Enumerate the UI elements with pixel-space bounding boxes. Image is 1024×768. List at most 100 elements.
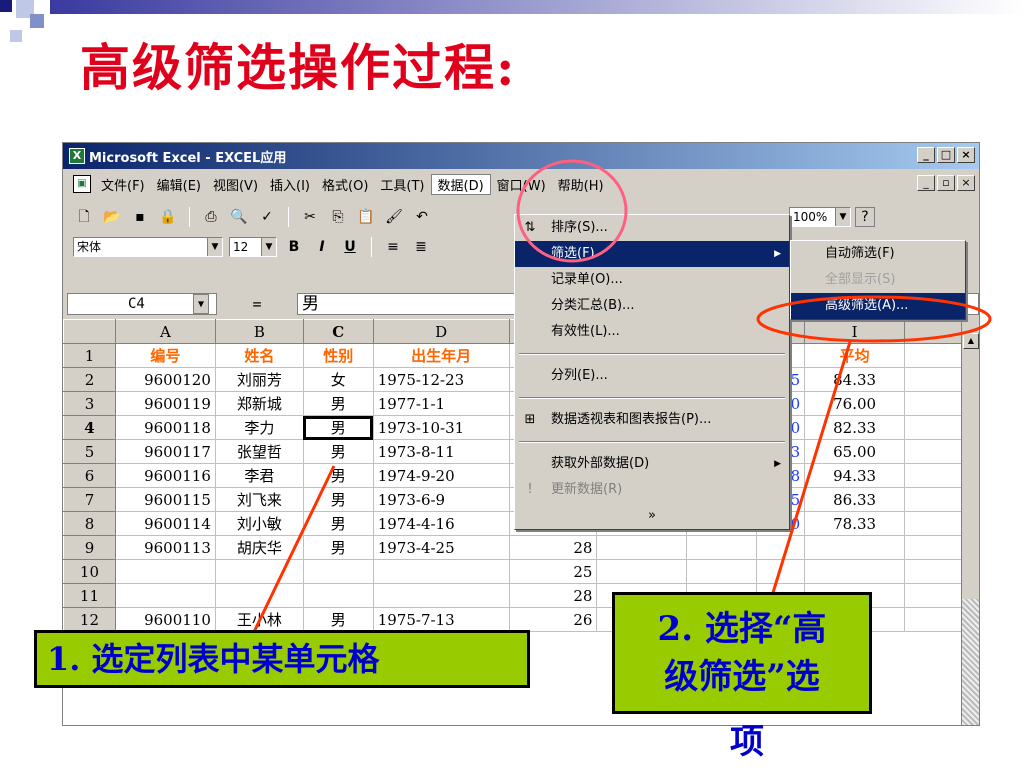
column-header[interactable]	[904, 319, 963, 344]
underline-button[interactable]: U	[339, 236, 361, 258]
cell[interactable]: 25	[508, 559, 598, 584]
menu-file[interactable]: 文件(F)	[95, 175, 151, 194]
cell[interactable]	[904, 391, 963, 416]
row-header[interactable]: 10	[63, 559, 116, 584]
cell[interactable]: 94.33	[804, 463, 906, 488]
row-header[interactable]: 8	[63, 511, 116, 536]
cut-icon[interactable]: ✂	[299, 206, 321, 228]
column-header[interactable]: I	[804, 319, 906, 344]
cell[interactable]	[756, 535, 806, 560]
menu-view[interactable]: 视图(V)	[207, 175, 264, 194]
cell[interactable]: 9600118	[114, 415, 216, 440]
cell[interactable]: 28	[508, 583, 598, 608]
bold-button[interactable]: B	[283, 236, 305, 258]
cell[interactable]: 1974-4-16	[372, 511, 510, 536]
menu-item-refresh[interactable]: ! 更新数据(R)	[515, 477, 789, 503]
cell[interactable]: 9600115	[114, 487, 216, 512]
cell[interactable]	[904, 463, 963, 488]
cell[interactable]	[904, 439, 963, 464]
copy-icon[interactable]: ⎘	[327, 206, 349, 228]
cell[interactable]: 郑新城	[214, 391, 304, 416]
menu-item-text-to-columns[interactable]: 分列(E)...	[515, 363, 789, 389]
save-icon[interactable]: ▪	[129, 206, 151, 228]
cell[interactable]: 78.33	[804, 511, 906, 536]
cell[interactable]	[302, 583, 374, 608]
cell[interactable]: 出生年月	[372, 343, 510, 368]
cell[interactable]	[904, 583, 963, 608]
cell[interactable]: 86.33	[804, 487, 906, 512]
cell[interactable]: 男	[302, 535, 374, 560]
menu-insert[interactable]: 插入(I)	[264, 175, 316, 194]
cell[interactable]: 1973-4-25	[372, 535, 510, 560]
cell[interactable]	[372, 583, 510, 608]
cell[interactable]: 84.33	[804, 367, 906, 392]
close-button[interactable]: ×	[957, 147, 975, 163]
cell[interactable]	[904, 415, 963, 440]
font-name-select[interactable]: 宋体 ▼	[73, 237, 223, 257]
menu-item-autofilter[interactable]: 自动筛选(F)	[791, 241, 965, 267]
cell[interactable]: 76.00	[804, 391, 906, 416]
cell[interactable]: 平均	[804, 343, 906, 368]
cell[interactable]	[686, 559, 758, 584]
cell[interactable]: 男	[302, 511, 374, 536]
menu-item-form[interactable]: 记录单(O)...	[515, 267, 789, 293]
cell[interactable]	[302, 559, 374, 584]
format-painter-icon[interactable]: 🖌	[383, 206, 405, 228]
window-titlebar[interactable]: X Microsoft Excel - EXCEL应用 _ □ ×	[63, 143, 979, 169]
cell[interactable]	[596, 535, 688, 560]
cell[interactable]	[904, 343, 963, 368]
cell[interactable]: 男	[302, 607, 374, 632]
paste-icon[interactable]: 📋	[355, 206, 377, 228]
cell[interactable]	[756, 559, 806, 584]
row-header[interactable]: 4	[63, 415, 116, 440]
menu-item-show-all[interactable]: 全部显示(S)	[791, 267, 965, 293]
cell[interactable]: 65.00	[804, 439, 906, 464]
menu-expand[interactable]: »	[515, 503, 789, 529]
cell[interactable]: 1974-9-20	[372, 463, 510, 488]
cell[interactable]: 女	[302, 367, 374, 392]
cell[interactable]: 9600113	[114, 535, 216, 560]
cell[interactable]: 编号	[114, 343, 216, 368]
column-header[interactable]: B	[214, 319, 304, 344]
cell[interactable]: 李力	[214, 415, 304, 440]
cell[interactable]: 28	[508, 535, 598, 560]
column-header[interactable]: C	[302, 319, 374, 344]
menu-format[interactable]: 格式(O)	[316, 175, 374, 194]
doc-minimize-button[interactable]: _	[917, 175, 935, 191]
menu-edit[interactable]: 编辑(E)	[151, 175, 207, 194]
cell[interactable]	[904, 511, 963, 536]
cell[interactable]: 男	[302, 463, 374, 488]
minimize-button[interactable]: _	[917, 147, 935, 163]
cell[interactable]: 男	[302, 391, 374, 416]
row-header[interactable]: 9	[63, 535, 116, 560]
cell[interactable]: 刘丽芳	[214, 367, 304, 392]
workbook-icon[interactable]: ▣	[73, 175, 91, 193]
row-header[interactable]: 3	[63, 391, 116, 416]
cell[interactable]: 9600114	[114, 511, 216, 536]
scroll-track[interactable]	[962, 599, 979, 725]
menu-item-sort[interactable]: ⇅ 排序(S)...	[515, 215, 789, 241]
row-header[interactable]: 2	[63, 367, 116, 392]
cell[interactable]: 9600110	[114, 607, 216, 632]
column-header[interactable]: D	[372, 319, 510, 344]
cell[interactable]: 李君	[214, 463, 304, 488]
row-header[interactable]: 11	[63, 583, 116, 608]
menu-item-advanced-filter[interactable]: 高级筛选(A)...	[791, 293, 965, 319]
row-header[interactable]: 6	[63, 463, 116, 488]
column-header[interactable]: A	[114, 319, 216, 344]
menu-tools[interactable]: 工具(T)	[374, 175, 430, 194]
cell[interactable]: 胡庆华	[214, 535, 304, 560]
doc-close-button[interactable]: ×	[957, 175, 975, 191]
doc-restore-button[interactable]: ▫	[937, 175, 955, 191]
row-header[interactable]: 7	[63, 487, 116, 512]
print-icon[interactable]: ⎙	[200, 206, 222, 228]
cell[interactable]: 张望哲	[214, 439, 304, 464]
menu-item-external-data[interactable]: 获取外部数据(D) ▶	[515, 451, 789, 477]
cell[interactable]	[214, 583, 304, 608]
menu-help[interactable]: 帮助(H)	[552, 175, 610, 194]
cell[interactable]: 1975-7-13	[372, 607, 510, 632]
menu-data[interactable]: 数据(D)	[430, 173, 491, 195]
menu-window[interactable]: 窗口(W)	[491, 175, 552, 194]
row-header[interactable]: 5	[63, 439, 116, 464]
help-button[interactable]: ?	[855, 207, 875, 227]
